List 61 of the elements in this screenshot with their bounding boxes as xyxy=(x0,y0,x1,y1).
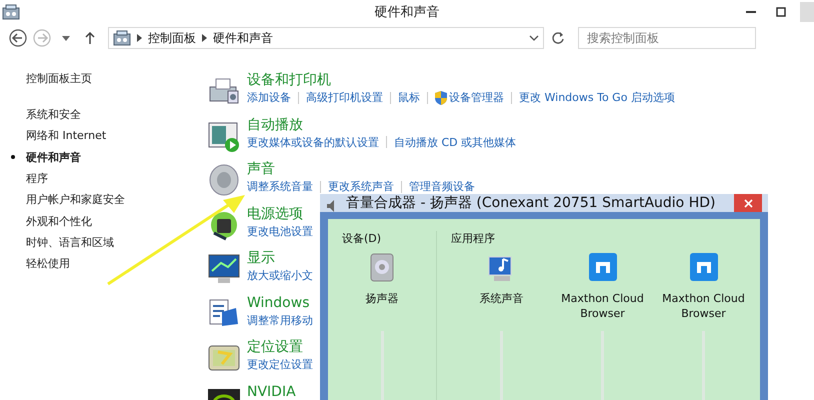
category-title[interactable]: 定位设置 xyxy=(247,338,303,357)
section-label: 应用程序 xyxy=(451,231,496,247)
chevron-icon xyxy=(137,34,142,42)
channel-name: Maxthon Cloud Browser xyxy=(661,291,746,322)
link[interactable]: 更改媒体或设备的默认设置 xyxy=(247,134,379,150)
dropdown-icon xyxy=(529,35,539,41)
channel-name: 系统声音 xyxy=(480,291,524,307)
close-button[interactable] xyxy=(734,194,762,212)
link[interactable]: 更改 Windows To Go 启动选项 xyxy=(519,90,675,105)
link[interactable]: 调整常用移动 xyxy=(247,312,313,328)
browser-icon xyxy=(586,251,618,283)
category-title[interactable]: NVIDIA xyxy=(247,382,296,400)
section-label: 设备(D) xyxy=(342,231,382,247)
browser-icon xyxy=(688,251,720,283)
category-title[interactable]: 声音 xyxy=(247,160,275,179)
back-button[interactable] xyxy=(8,28,28,48)
link[interactable]: 更改电池设置 xyxy=(247,224,313,238)
sidebar-item[interactable]: 硬件和声音 xyxy=(26,146,206,168)
sidebar-item[interactable]: 轻松使用 xyxy=(26,253,206,274)
channel-name: 扬声器 xyxy=(366,291,398,307)
back-icon xyxy=(9,29,27,47)
address-field[interactable]: 控制面板 硬件和声音 xyxy=(108,27,544,49)
search-field[interactable]: 搜索控制面板 xyxy=(578,27,756,49)
link[interactable]: 高级打印机设置 xyxy=(306,90,383,105)
sidebar-item[interactable]: 时钟、语言和区域 xyxy=(26,232,206,254)
maximize-icon xyxy=(776,7,786,17)
link[interactable]: 放大或缩小文 xyxy=(247,268,313,283)
chevron-icon xyxy=(202,34,207,42)
caret-icon xyxy=(62,36,70,40)
category-title[interactable]: 电源选项 xyxy=(247,204,303,224)
link[interactable]: 自动播放 CD 或其他媒体 xyxy=(394,134,516,150)
link[interactable]: 更改系统声音 xyxy=(328,179,394,194)
sidebar-item[interactable]: 用户帐户和家庭安全 xyxy=(26,189,206,210)
link[interactable]: 添加设备 xyxy=(247,90,291,105)
minimize-icon xyxy=(746,11,756,13)
control-panel-icon xyxy=(113,30,131,46)
sidebar-item[interactable]: 程序 xyxy=(26,168,206,190)
window-title: 音量合成器 - 扬声器 (Conexant 20751 SmartAudio HD) xyxy=(346,194,716,212)
link[interactable]: 设备管理器 xyxy=(449,90,504,105)
link[interactable]: 更改定位设置 xyxy=(247,357,313,372)
forward-icon xyxy=(33,29,51,47)
category-title[interactable]: 设备和打印机 xyxy=(247,71,331,90)
category-title[interactable]: Windows xyxy=(247,294,310,312)
speaker-icon xyxy=(327,200,335,212)
channel-name: Maxthon Cloud Browser xyxy=(560,291,645,322)
sidebar-item[interactable]: 外观和个性化 xyxy=(26,210,206,232)
link[interactable]: 管理音频设备 xyxy=(409,179,475,194)
window-title: 硬件和声音 xyxy=(374,4,440,21)
breadcrumb[interactable]: 控制面板 xyxy=(148,30,196,46)
link[interactable]: 鼠标 xyxy=(398,90,420,105)
bullet-icon xyxy=(11,154,15,159)
close-icon xyxy=(744,198,752,208)
home-link[interactable]: 控制面板主页 xyxy=(26,71,206,86)
refresh-icon xyxy=(551,31,565,45)
up-arrow-icon xyxy=(85,32,95,44)
breadcrumb[interactable]: 硬件和声音 xyxy=(213,30,273,46)
sidebar-item[interactable]: 网络和 Internet xyxy=(26,125,206,147)
category-title[interactable]: 自动播放 xyxy=(247,116,303,134)
category-title[interactable]: 显示 xyxy=(247,249,275,268)
sidebar-item[interactable]: 系统和安全 xyxy=(26,104,206,126)
link[interactable]: 调整系统音量 xyxy=(247,179,313,194)
